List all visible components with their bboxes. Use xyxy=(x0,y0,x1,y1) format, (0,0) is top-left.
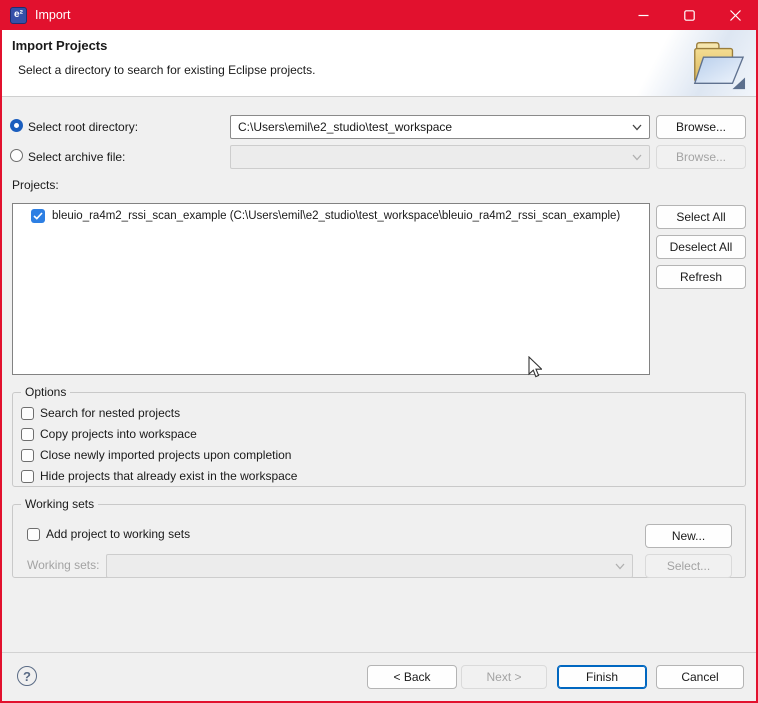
hide-existing-checkbox-row[interactable]: Hide projects that already exist in the … xyxy=(21,469,297,483)
checkbox-icon[interactable] xyxy=(21,449,34,462)
copy-projects-checkbox-row[interactable]: Copy projects into workspace xyxy=(21,427,197,441)
options-group: Options Search for nested projects Copy … xyxy=(12,392,746,487)
new-working-set-button[interactable]: New... xyxy=(645,524,732,548)
select-root-directory-label: Select root directory: xyxy=(28,120,138,134)
select-archive-file-radio[interactable] xyxy=(10,149,23,162)
checkbox-icon[interactable] xyxy=(21,407,34,420)
chevron-down-icon xyxy=(615,563,625,570)
chevron-down-icon xyxy=(632,124,642,131)
help-button[interactable]: ? xyxy=(17,666,37,686)
close-imported-label: Close newly imported projects upon compl… xyxy=(40,448,291,462)
cancel-button[interactable]: Cancel xyxy=(656,665,744,689)
close-icon xyxy=(730,10,741,21)
project-list-item[interactable]: bleuio_ra4m2_rssi_scan_example (C:\Users… xyxy=(13,204,649,223)
next-button[interactable]: Next > xyxy=(461,665,547,689)
titlebar: e² Import xyxy=(0,0,758,30)
checkbox-checked-icon[interactable] xyxy=(31,209,45,223)
maximize-button[interactable] xyxy=(666,0,712,30)
close-button[interactable] xyxy=(712,0,758,30)
wizard-header: Import Projects Select a directory to se… xyxy=(2,30,756,97)
projects-label: Projects: xyxy=(12,178,59,192)
working-sets-field-label: Working sets: xyxy=(27,558,99,572)
browse-root-button[interactable]: Browse... xyxy=(656,115,746,139)
select-root-directory-radio[interactable] xyxy=(10,119,23,132)
deselect-all-button[interactable]: Deselect All xyxy=(656,235,746,259)
root-directory-value: C:\Users\emil\e2_studio\test_workspace xyxy=(238,120,452,134)
open-folder-icon xyxy=(688,35,746,93)
minimize-icon xyxy=(638,10,649,21)
chevron-down-icon xyxy=(632,154,642,161)
working-sets-legend: Working sets xyxy=(21,497,98,511)
caption-buttons xyxy=(620,0,758,30)
checkbox-icon[interactable] xyxy=(21,470,34,483)
working-sets-group: Working sets Add project to working sets… xyxy=(12,504,746,578)
options-legend: Options xyxy=(21,385,70,399)
projects-list[interactable]: bleuio_ra4m2_rssi_scan_example (C:\Users… xyxy=(12,203,650,375)
archive-file-combo[interactable] xyxy=(230,145,650,169)
footer-separator xyxy=(2,652,756,653)
add-to-working-sets-checkbox-row[interactable]: Add project to working sets xyxy=(27,527,190,541)
search-nested-projects-checkbox-row[interactable]: Search for nested projects xyxy=(21,406,180,420)
project-item-label: bleuio_ra4m2_rssi_scan_example (C:\Users… xyxy=(52,210,620,222)
minimize-button[interactable] xyxy=(620,0,666,30)
close-imported-checkbox-row[interactable]: Close newly imported projects upon compl… xyxy=(21,448,291,462)
copy-projects-label: Copy projects into workspace xyxy=(40,427,197,441)
checkbox-icon[interactable] xyxy=(27,528,40,541)
help-icon: ? xyxy=(23,669,31,684)
root-directory-combo[interactable]: C:\Users\emil\e2_studio\test_workspace xyxy=(230,115,650,139)
finish-button[interactable]: Finish xyxy=(557,665,647,689)
e2-studio-app-icon: e² xyxy=(10,7,27,24)
select-archive-file-label: Select archive file: xyxy=(28,150,125,164)
hide-existing-label: Hide projects that already exist in the … xyxy=(40,469,297,483)
page-title: Import Projects xyxy=(12,38,107,53)
checkbox-icon[interactable] xyxy=(21,428,34,441)
working-sets-combo[interactable] xyxy=(106,554,633,578)
add-to-working-sets-label: Add project to working sets xyxy=(46,527,190,541)
maximize-icon xyxy=(684,10,695,21)
page-subtitle: Select a directory to search for existin… xyxy=(18,63,315,77)
back-button[interactable]: < Back xyxy=(367,665,457,689)
search-nested-projects-label: Search for nested projects xyxy=(40,406,180,420)
import-dialog-window: e² Import Import Projects xyxy=(0,0,758,703)
window-title: Import xyxy=(35,8,70,22)
browse-archive-button[interactable]: Browse... xyxy=(656,145,746,169)
select-all-button[interactable]: Select All xyxy=(656,205,746,229)
refresh-button[interactable]: Refresh xyxy=(656,265,746,289)
select-working-set-button[interactable]: Select... xyxy=(645,554,732,578)
